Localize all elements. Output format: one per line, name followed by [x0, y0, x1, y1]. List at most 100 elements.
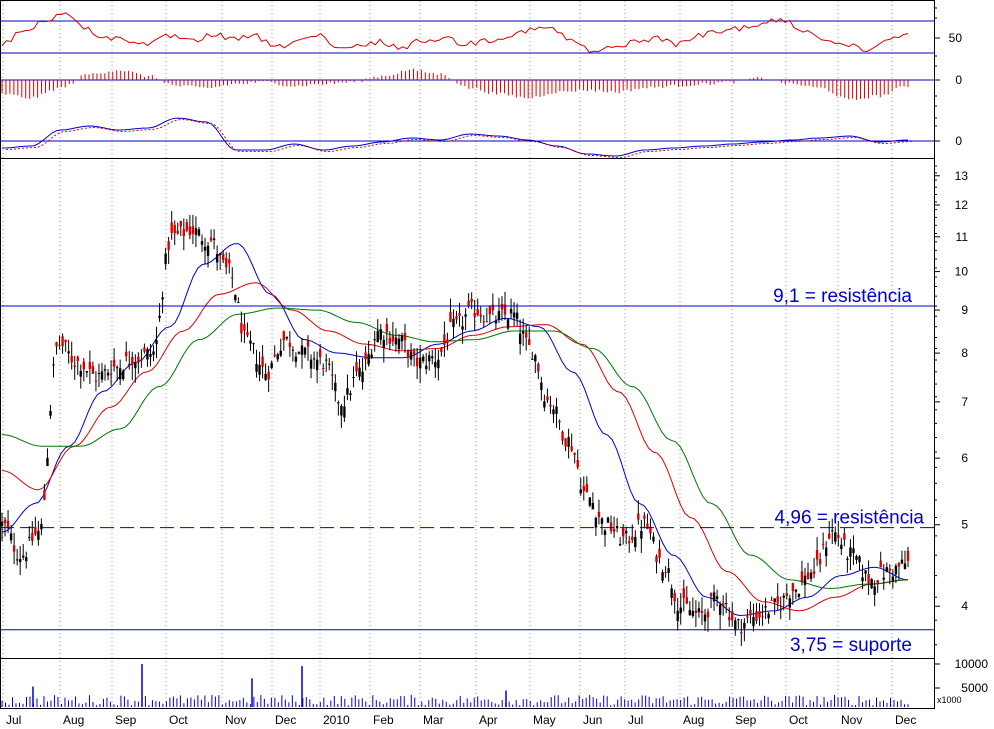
candle-body [603, 530, 607, 535]
candle-body [488, 306, 492, 315]
candle-body [391, 335, 395, 342]
candle-body [515, 312, 519, 319]
candle-body [340, 405, 343, 416]
candle-body [279, 350, 282, 356]
candle-body [140, 359, 143, 361]
candle-body [891, 576, 895, 582]
candle-body [252, 343, 255, 345]
candle-body [661, 572, 664, 581]
candle-body [249, 340, 252, 344]
candle-body [561, 431, 564, 441]
candle-body [779, 609, 782, 611]
candle-body [261, 356, 264, 367]
candle-body [482, 321, 485, 323]
candle-body [525, 332, 528, 338]
candle-body [46, 457, 49, 467]
candle-body [458, 313, 461, 316]
volume-tick-label: 10000 [955, 657, 989, 671]
candle-body [115, 367, 119, 369]
candle-body [843, 533, 846, 540]
candle-body [52, 364, 55, 366]
candle-body [467, 300, 470, 306]
candle-body [455, 316, 458, 320]
volume-unit-label: x1000 [937, 695, 962, 705]
candle-body [73, 365, 76, 368]
candle-body [415, 357, 419, 367]
x-tick-label: Sep [735, 713, 757, 727]
candle-body [773, 598, 776, 603]
candle-body [664, 572, 667, 574]
candle-body [476, 309, 479, 316]
candle-body [803, 575, 807, 585]
candle-body [628, 541, 631, 544]
x-tick-label: 2010 [323, 713, 350, 727]
candle-body [197, 229, 201, 236]
y-tick-label: 5 [961, 518, 968, 532]
candle-body [855, 556, 858, 560]
y-tick-label: 6 [961, 451, 968, 465]
candle-body [473, 313, 476, 317]
candle-body [106, 372, 110, 376]
candle-body [906, 550, 910, 561]
candle-body [749, 609, 752, 616]
x-tick-label: May [533, 713, 556, 727]
candle-body [579, 489, 582, 494]
candle-body [594, 517, 598, 528]
candle-body [79, 370, 82, 377]
candle-body [718, 604, 722, 615]
x-tick-label: Oct [169, 713, 188, 727]
candle-body [406, 350, 410, 358]
candle-body [549, 404, 552, 407]
candle-body [528, 339, 531, 345]
candle-body [721, 602, 725, 606]
candle-body [449, 311, 452, 322]
candle-body [728, 616, 731, 621]
x-tick-label: Dec [275, 713, 296, 727]
candle-body [770, 599, 773, 601]
candle-body [582, 485, 585, 491]
candle-body [797, 594, 801, 597]
candle-body [709, 593, 713, 597]
x-tick-label: Mar [423, 713, 444, 727]
candle-body [128, 364, 131, 366]
candle-body [412, 351, 416, 354]
candle-body [200, 241, 204, 245]
candle-body [737, 619, 740, 621]
candle-body [246, 332, 249, 336]
candle-body [724, 603, 728, 605]
candle-body [276, 354, 279, 360]
candle-body [509, 308, 513, 314]
candle-body [643, 515, 646, 519]
candle-body [712, 592, 716, 602]
candle-body [546, 396, 549, 401]
candle-body [615, 525, 619, 529]
candle-body [161, 297, 164, 300]
candle-body [588, 497, 592, 506]
x-tick-label: Nov [225, 713, 246, 727]
candle-body [494, 320, 498, 324]
candle-body [361, 371, 364, 383]
candle-body [882, 577, 885, 580]
candle-body [491, 304, 495, 311]
candle-body [337, 402, 340, 404]
candle-body [397, 338, 401, 350]
candle-body [173, 224, 176, 234]
candle-body [388, 337, 392, 344]
candle-body [146, 349, 149, 360]
candle-body [209, 237, 213, 241]
candle-body [158, 315, 161, 318]
volume-tick-label: 5000 [961, 681, 988, 695]
candle-body [28, 536, 31, 538]
moving-average-line-0 [1, 243, 909, 617]
candle-body [537, 363, 540, 372]
x-tick-label: Aug [683, 713, 704, 727]
candle-body [761, 616, 764, 618]
candle-body [325, 359, 328, 361]
candle-body [109, 374, 113, 376]
moving-average-line-1 [1, 282, 909, 612]
candle-body [191, 225, 195, 234]
candle-body [791, 583, 795, 592]
candle-body [70, 355, 73, 363]
candle-body [228, 259, 231, 264]
candle-body [552, 409, 555, 415]
